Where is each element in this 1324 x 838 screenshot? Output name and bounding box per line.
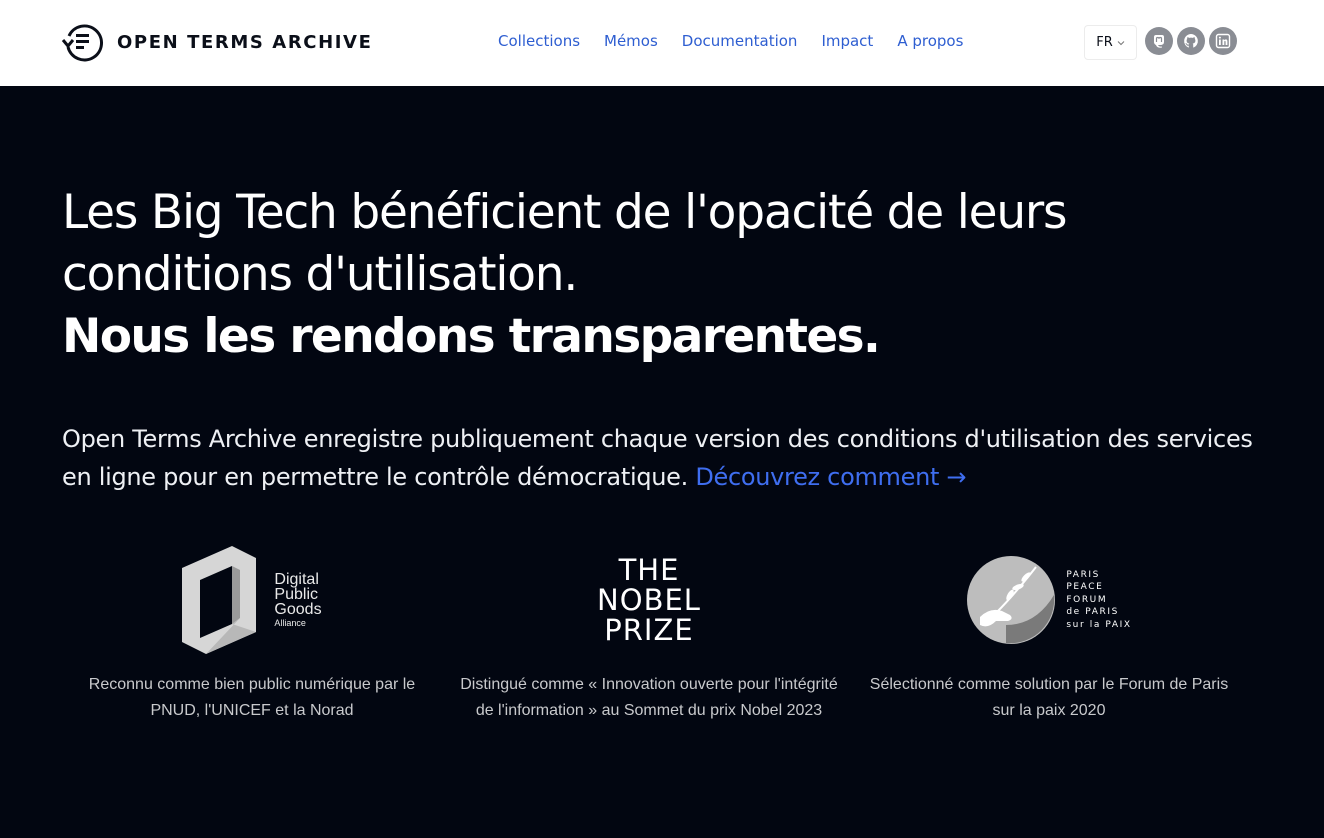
dpg-wordmark: Digital Public Goods Alliance [274,570,322,629]
nobel-line: PRIZE [604,613,694,647]
ppf-line: PARIS [1066,569,1100,580]
dpg-line: Goods [274,600,322,618]
award-caption: Sélectionné comme solution par le Forum … [869,676,1229,719]
dpg-logo: Digital Public Goods Alliance [62,540,442,660]
award-caption: Reconnu comme bien public numérique par … [88,676,416,719]
mastodon-icon [1154,35,1164,48]
language-selector[interactable]: FR [1084,25,1137,60]
discover-link[interactable]: Découvrez comment → [695,463,966,491]
chevron-down-icon [1117,40,1125,45]
github-icon [1184,34,1198,48]
hero-lead: Open Terms Archive enregistre publiqueme… [62,420,1262,496]
award-caption: Distingué comme « Innovation ouverte pou… [460,676,838,719]
olive-branch-hand-icon [967,556,1056,644]
nav-impact[interactable]: Impact [821,32,873,50]
language-value: FR [1096,35,1113,50]
site-header: OPEN TERMS ARCHIVE Collections Mémos Doc… [0,0,1324,86]
github-link[interactable] [1177,27,1205,55]
ppf-line: FORUM [1066,594,1108,605]
hero-title-line2: Nous les rendons transparentes. [62,309,881,364]
hero-title: Les Big Tech bénéficient de l'opacité de… [62,182,1262,368]
brand-logo-link[interactable]: OPEN TERMS ARCHIVE [61,20,373,64]
nobel-line: NOBEL [597,583,701,617]
nav-collections[interactable]: Collections [498,32,580,50]
brand-name: OPEN TERMS ARCHIVE [117,31,373,53]
hero: Les Big Tech bénéficient de l'opacité de… [62,182,1262,368]
nobel-wordmark: THE NOBEL PRIZE [597,555,701,645]
ppf-line: PEACE [1066,582,1104,593]
linkedin-icon [1215,33,1231,49]
ppf-logo: PARIS PEACE FORUM de PARIS sur la PAIX [859,540,1239,660]
open-terms-archive-logo-icon [61,24,103,62]
dpg-cube-icon [182,546,257,654]
nobel-line: THE [618,553,680,587]
award-paris-peace-forum: PARIS PEACE FORUM de PARIS sur la PAIX S… [859,540,1239,723]
dpg-line: Digital [274,570,319,588]
ppf-wordmark: PARIS PEACE FORUM de PARIS sur la PAIX [1066,569,1131,631]
mastodon-link[interactable] [1145,27,1173,55]
main-nav: Collections Mémos Documentation Impact A… [498,32,963,50]
nav-documentation[interactable]: Documentation [682,32,798,50]
nobel-logo: THE NOBEL PRIZE [459,540,839,660]
award-dpg: Digital Public Goods Alliance Reconnu co… [62,540,442,723]
linkedin-link[interactable] [1209,27,1237,55]
ppf-line: de PARIS [1066,607,1119,618]
dpg-line: Alliance [274,617,306,628]
dpg-line: Public [274,585,318,603]
nav-memos[interactable]: Mémos [604,32,658,50]
hero-title-line1: Les Big Tech bénéficient de l'opacité de… [62,185,1068,302]
nav-a-propos[interactable]: A propos [897,32,963,50]
social-links [1145,27,1237,55]
ppf-line: sur la PAIX [1066,619,1132,630]
award-nobel: THE NOBEL PRIZE Distingué comme « Innova… [459,540,839,723]
hero-lead-text: Open Terms Archive enregistre publiqueme… [62,425,1253,491]
